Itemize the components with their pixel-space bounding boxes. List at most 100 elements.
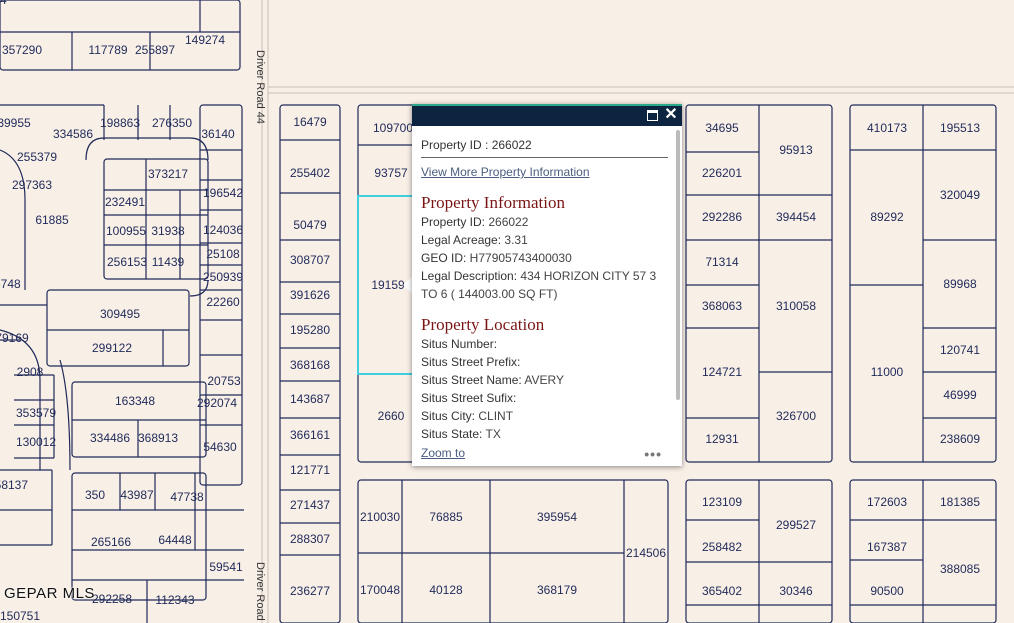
parcel-label: 95913 bbox=[779, 143, 813, 157]
popup-scrollbar[interactable] bbox=[676, 130, 680, 400]
parcel-label: 271437 bbox=[290, 498, 330, 512]
parcel-label: 395954 bbox=[537, 510, 577, 524]
row-key: Situs Street Prefix: bbox=[421, 355, 521, 369]
parcel-label: 43987 bbox=[120, 488, 154, 502]
parcel-label: 170048 bbox=[360, 583, 400, 597]
road-label-driver-44: Driver Road 44 bbox=[254, 50, 266, 124]
parcel-label: 124721 bbox=[702, 365, 742, 379]
view-more-info-link[interactable]: View More Property Information bbox=[421, 165, 668, 179]
popup-row: Legal Acreage: 3.31 bbox=[421, 231, 668, 249]
parcel-label: 326700 bbox=[776, 409, 816, 423]
parcel-label: 167387 bbox=[867, 540, 907, 554]
popup-content[interactable]: Property ID : 266022 View More Property … bbox=[412, 128, 682, 444]
parcel-label: 334486 bbox=[90, 431, 130, 445]
parcel-label: 34695 bbox=[705, 121, 739, 135]
parcel-label: 310058 bbox=[776, 299, 816, 313]
parcel-block[interactable] bbox=[357, 479, 669, 623]
parcel-label: 250939 bbox=[203, 270, 243, 284]
popup-footer: Zoom to ••• bbox=[412, 444, 682, 466]
popup-row: Situs Number: bbox=[421, 335, 668, 353]
parcel-label: 292074 bbox=[197, 396, 237, 410]
street-boundary bbox=[0, 149, 26, 290]
parcel-label: 121771 bbox=[290, 463, 330, 477]
parcel-label: 124036 bbox=[203, 223, 243, 237]
parcel-label: 320049 bbox=[940, 188, 980, 202]
row-key: Situs State: bbox=[421, 427, 483, 441]
street-boundary bbox=[59, 359, 71, 471]
row-key: Situs Number: bbox=[421, 337, 498, 351]
popup-title: Property ID : 266022 bbox=[421, 136, 668, 158]
parcel-label: 112343 bbox=[155, 593, 194, 607]
parcel-label: 226201 bbox=[702, 166, 742, 180]
parcel-label: 365402 bbox=[702, 584, 742, 598]
parcel-label: 163348 bbox=[115, 394, 155, 408]
parcel-label: 256153 bbox=[107, 255, 147, 269]
maximize-icon[interactable] bbox=[646, 108, 660, 122]
parcel-label: 198863 bbox=[100, 116, 140, 130]
street-boundary bbox=[85, 137, 209, 161]
parcel-label: 214506 bbox=[626, 546, 666, 560]
row-value: AVERY bbox=[521, 373, 564, 387]
more-options-icon[interactable]: ••• bbox=[644, 446, 662, 462]
parcel-label: 368168 bbox=[290, 358, 330, 372]
parcel-label: 2660 bbox=[378, 409, 405, 423]
parcel-label: 59541 bbox=[209, 560, 243, 574]
popup-row: Situs Street Prefix: bbox=[421, 353, 668, 371]
parcel-label: 388085 bbox=[940, 562, 980, 576]
parcel-label: 25108 bbox=[206, 247, 240, 261]
popup-row: Situs Street Sufix: bbox=[421, 389, 668, 407]
parcel-label: 50479 bbox=[293, 218, 327, 232]
parcel-label: 71314 bbox=[705, 255, 739, 269]
parcel-label: 123109 bbox=[702, 495, 742, 509]
parcel-label: 11000 bbox=[871, 365, 904, 379]
parcel-label: 410173 bbox=[867, 121, 907, 135]
property-location-heading: Property Location bbox=[421, 315, 545, 334]
parcel-label: 30346 bbox=[779, 584, 813, 598]
parcel-label: 366161 bbox=[290, 428, 330, 442]
parcel-label: 89968 bbox=[943, 277, 977, 291]
parcel-label: 79169 bbox=[0, 331, 29, 345]
parcel-label: 100955 bbox=[106, 224, 146, 238]
parcel-label: 31938 bbox=[151, 224, 185, 238]
property-info-heading: Property Information bbox=[421, 193, 565, 212]
parcel-label: 236277 bbox=[290, 584, 330, 598]
row-key: Legal Acreage: bbox=[421, 233, 502, 247]
parcel-label: 373217 bbox=[148, 167, 188, 181]
parcel-label: 22260 bbox=[206, 295, 240, 309]
popup-row: Situs City: CLINT bbox=[421, 407, 668, 425]
parcel-label: 76885 bbox=[429, 510, 463, 524]
parcel-label: 61885 bbox=[35, 213, 69, 227]
parcel-label: 297363 bbox=[12, 178, 52, 192]
road-label-driver: Driver Road bbox=[254, 562, 266, 621]
parcel-label: 210030 bbox=[360, 510, 400, 524]
popup-row: Situs State: TX bbox=[421, 425, 668, 443]
row-key: Property ID: bbox=[421, 215, 486, 229]
parcel-label: 368179 bbox=[537, 583, 577, 597]
popup-row: Property ID: 266022 bbox=[421, 213, 668, 231]
parcel-label: 292258 bbox=[92, 592, 132, 606]
row-value: 3.31 bbox=[501, 233, 528, 247]
row-key: Situs Street Name: bbox=[421, 373, 522, 387]
row-key: Situs Street Sufix: bbox=[421, 391, 517, 405]
parcel-label: 350 bbox=[85, 488, 105, 502]
row-key: Legal Description: bbox=[421, 269, 518, 283]
parcel-label: 19159 bbox=[371, 278, 405, 292]
zoom-to-link[interactable]: Zoom to bbox=[421, 446, 465, 460]
parcel-label: 149274 bbox=[185, 33, 225, 47]
parcel-label: 12931 bbox=[705, 432, 739, 446]
property-popup: ✕ Property ID : 266022 View More Propert… bbox=[412, 104, 682, 466]
row-value: H77905743400030 bbox=[466, 251, 572, 265]
parcel-label: 238609 bbox=[940, 432, 980, 446]
parcel-label: 181385 bbox=[940, 495, 980, 509]
property-location-list: Situs Number: Situs Street Prefix: Situs S… bbox=[421, 335, 668, 443]
parcel-label: 16479 bbox=[293, 115, 327, 129]
close-icon[interactable]: ✕ bbox=[664, 107, 678, 123]
parcel-label: 232491 bbox=[105, 195, 145, 209]
row-value: 266022 bbox=[485, 215, 529, 229]
parcel-label: 368063 bbox=[702, 299, 742, 313]
parcel-label: 195513 bbox=[940, 121, 980, 135]
popup-header: ✕ bbox=[412, 106, 682, 126]
watermark-text: GEPAR MLS bbox=[4, 585, 95, 602]
parcel-label: 172603 bbox=[867, 495, 907, 509]
parcel-label: 255402 bbox=[290, 166, 330, 180]
